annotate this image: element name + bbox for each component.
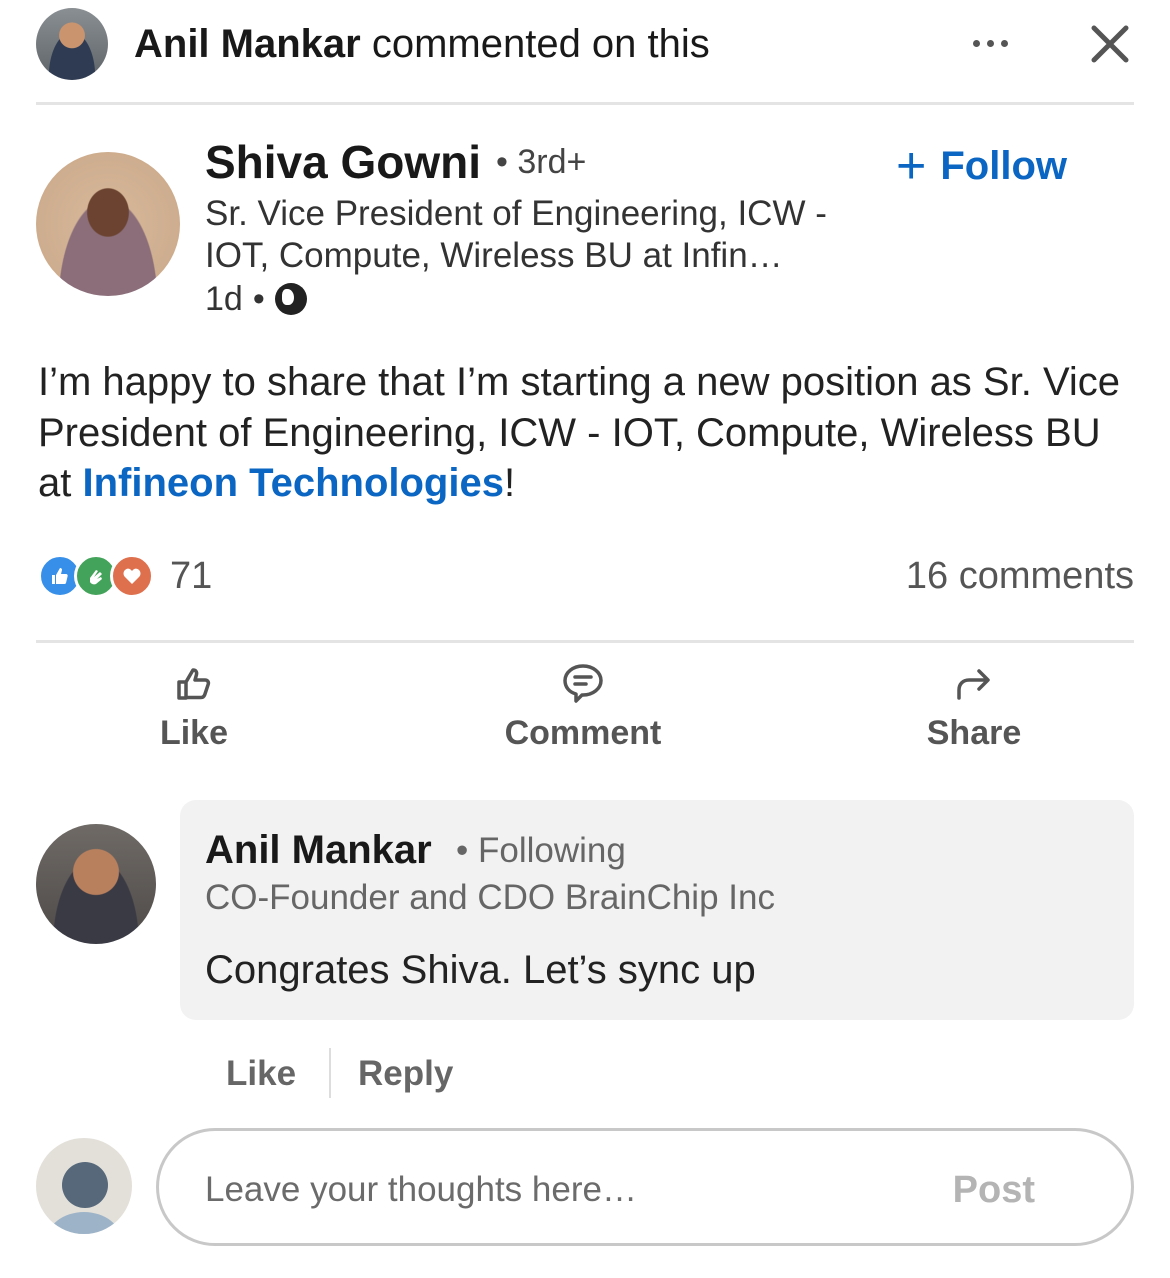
avatar-body-shape [46,1212,122,1234]
dot-icon [986,39,994,47]
comment-text: Congrates Shiva. Let’s sync up [205,948,756,992]
comment-input[interactable] [205,1165,905,1215]
activity-header: Anil Mankar commented on this [134,18,710,70]
company-link[interactable]: Infineon Technologies [82,461,503,505]
commenter-name[interactable]: Anil Mankar [205,825,432,875]
post-text-after: ! [503,461,516,505]
comment-icon [563,664,603,703]
like-button[interactable]: Like [84,660,304,753]
reactions-summary[interactable]: 71 [38,552,212,600]
author-headline: Sr. Vice President of Engineering, ICW -… [205,194,827,275]
follow-button[interactable]: + Follow [896,138,1067,194]
actions-divider [36,640,1134,643]
author-avatar[interactable] [36,152,180,296]
actor-action-text: commented on this [360,22,710,66]
header-divider [36,102,1134,105]
comment-composer: Post [156,1128,1134,1246]
close-icon [1091,25,1129,63]
author-name[interactable]: Shiva Gowni [205,134,481,190]
actor-avatar[interactable] [36,8,108,80]
avatar-head-shape [62,1162,108,1208]
following-status: • Following [456,831,626,870]
more-options-button[interactable] [960,18,1020,68]
thumbs-up-icon [177,668,211,700]
current-user-avatar [36,1138,132,1234]
comment-like-button[interactable]: Like [226,1052,296,1096]
plus-icon: + [896,137,927,195]
comment-reply-button[interactable]: Reply [358,1052,453,1096]
globe-icon [274,283,307,315]
comment-actions-divider [329,1048,331,1098]
meta-separator: • [252,280,265,318]
reaction-count: 71 [170,554,213,597]
dot-icon [1000,39,1008,47]
share-button[interactable]: Share [864,660,1084,753]
share-label: Share [926,714,1022,752]
like-label: Like [159,714,229,752]
share-arrow-icon [957,669,990,700]
close-button[interactable] [1086,20,1134,68]
post-meta: 1d • [205,278,307,320]
connection-degree: • 3rd+ [496,143,587,181]
post-text: I’m happy to share that I’m starting a n… [38,357,1138,509]
post-time: 1d [205,280,243,318]
follow-label: Follow [940,143,1068,188]
comments-count[interactable]: 16 comments [906,552,1134,600]
dot-icon [972,39,980,47]
post-button[interactable]: Post [953,1165,1035,1215]
comment-button[interactable]: Comment [473,660,693,753]
comment-label: Comment [504,714,662,752]
love-reaction-icon [110,554,154,598]
commenter-headline: CO-Founder and CDO BrainChip Inc [205,878,775,917]
commenter-avatar[interactable] [36,824,156,944]
actor-name[interactable]: Anil Mankar [134,22,361,66]
